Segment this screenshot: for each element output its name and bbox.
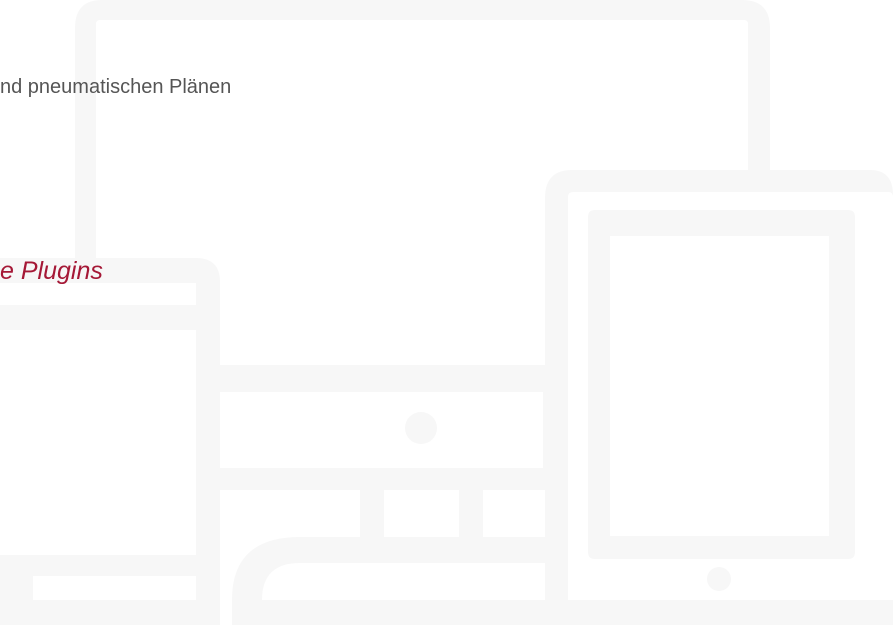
hero-section: nd pneumatischen Plänen e Plugins: [0, 0, 893, 625]
monitor-base: [232, 537, 545, 625]
hero-subtitle: nd pneumatischen Plänen: [0, 76, 232, 98]
monitor-button: [405, 412, 437, 444]
tablet-home-button: [707, 567, 731, 591]
phone-icon: [0, 258, 220, 625]
monitor-chin: [218, 365, 545, 490]
tablet-screen-frame: [588, 210, 855, 559]
hero-tagline: e Plugins: [0, 257, 103, 285]
monitor-stand: [360, 490, 483, 537]
